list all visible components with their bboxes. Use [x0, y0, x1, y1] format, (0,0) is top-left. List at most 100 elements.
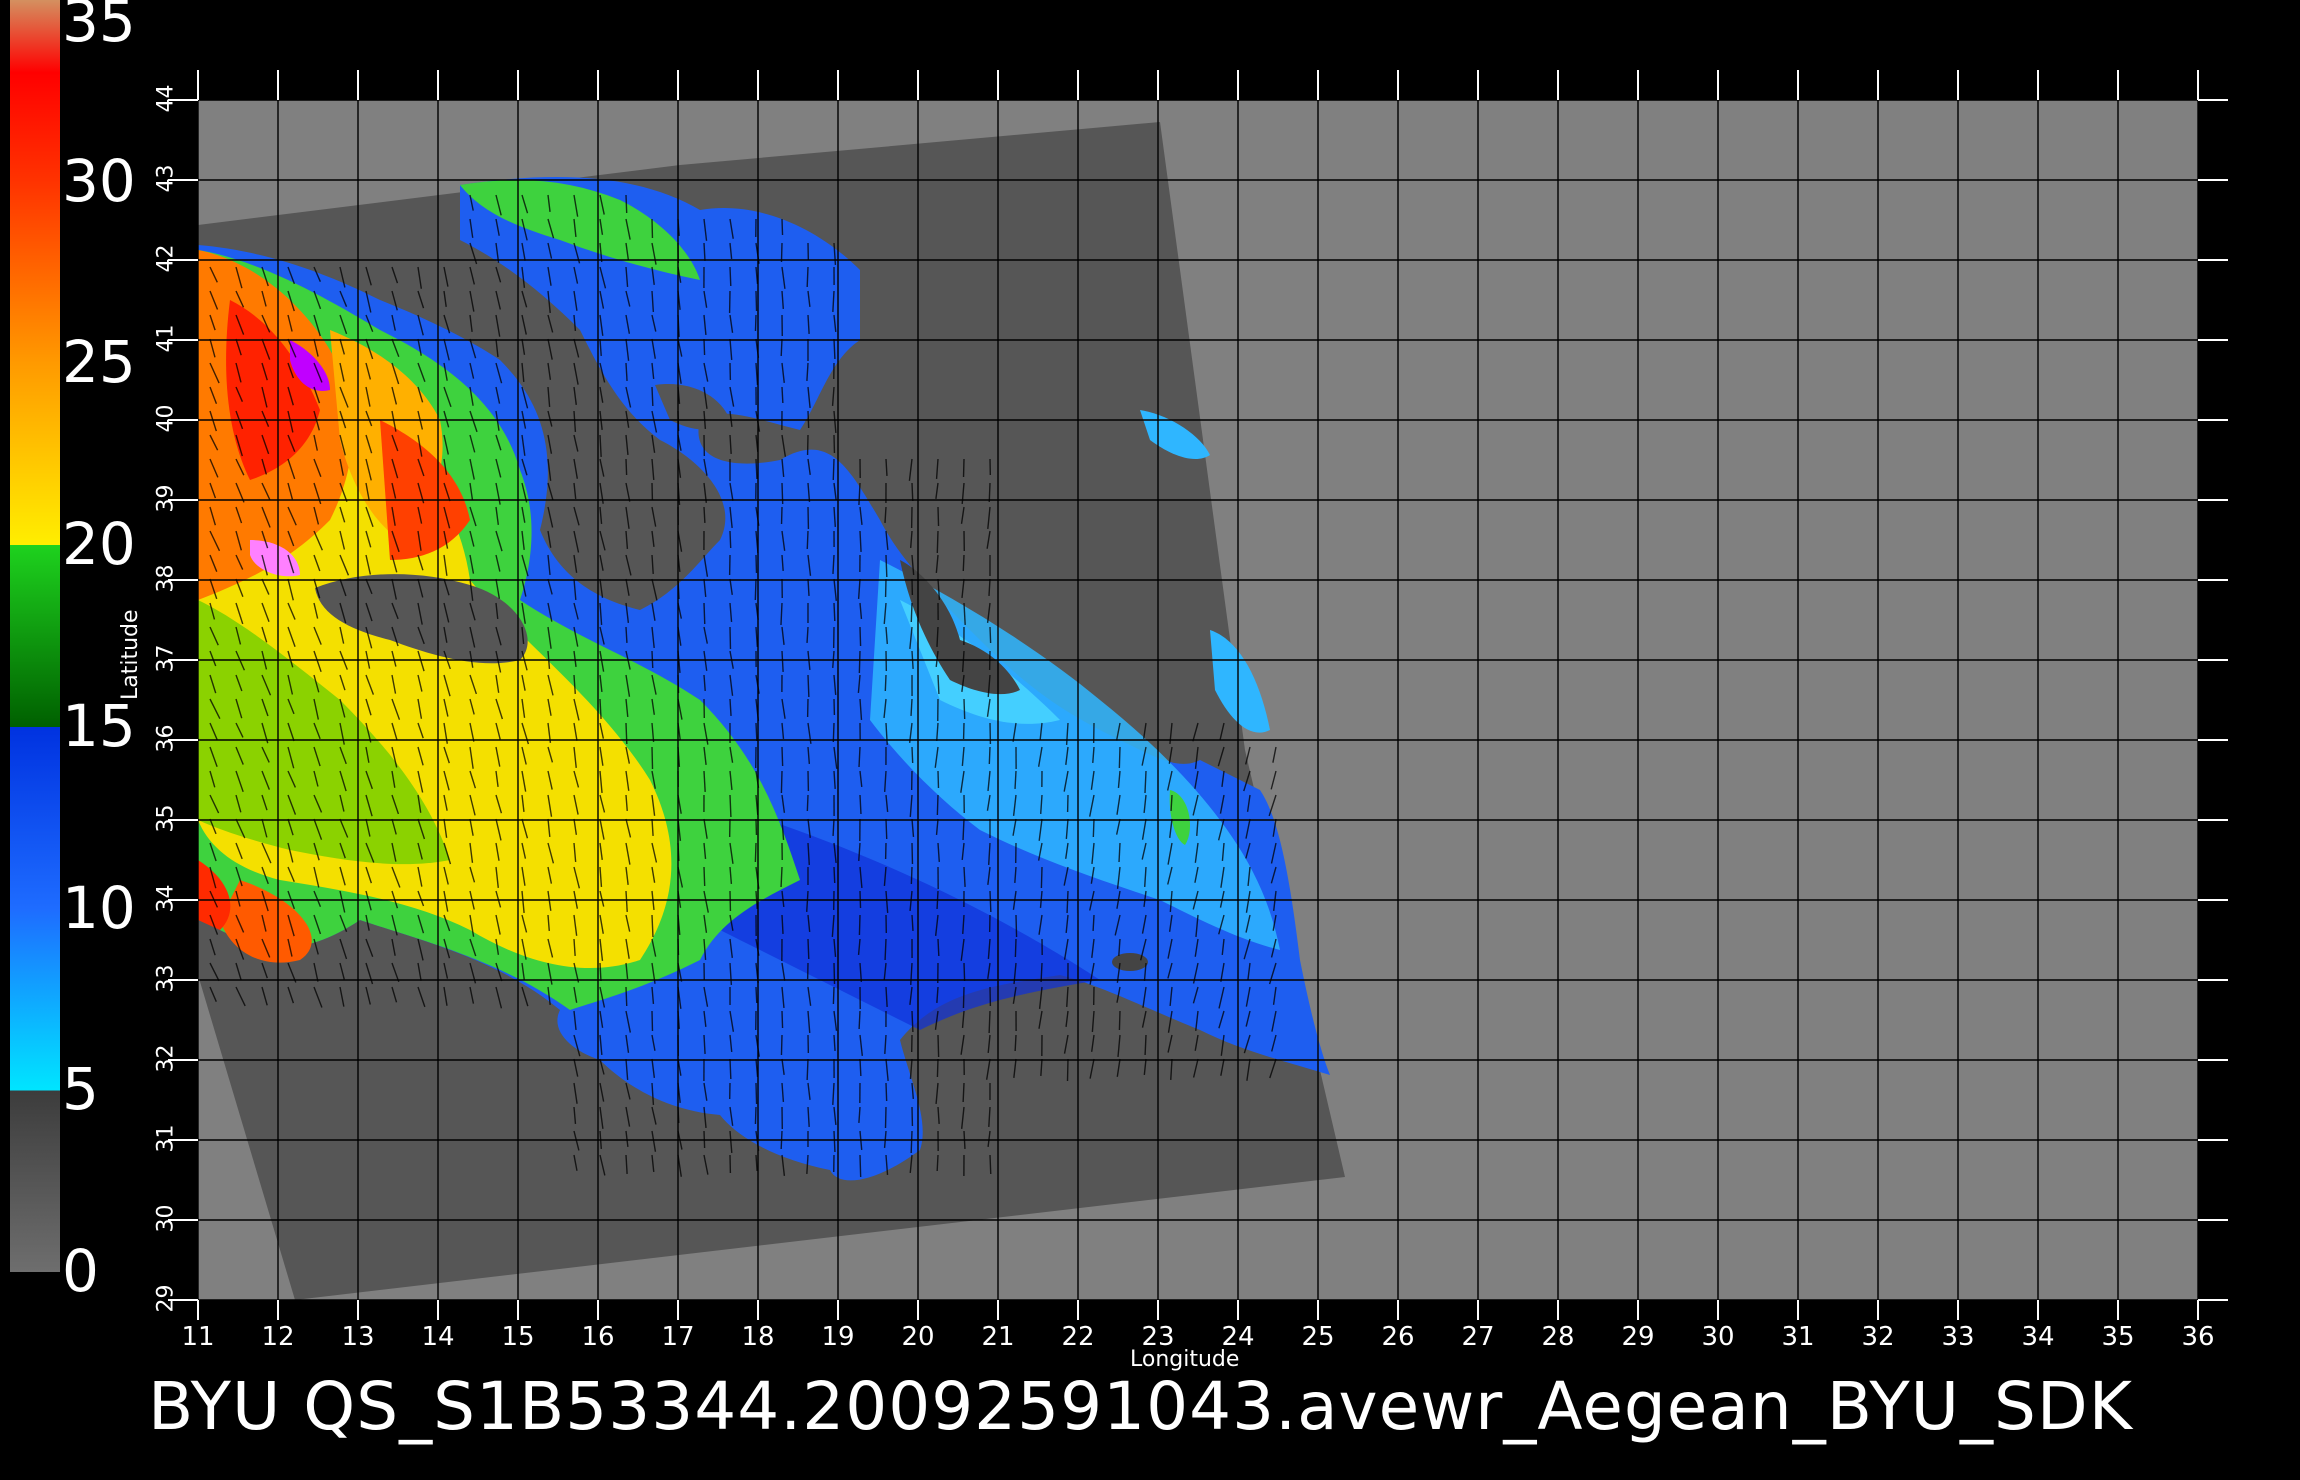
wind-vector [729, 266, 732, 287]
wind-vector [833, 602, 836, 622]
wind-vector [781, 482, 784, 505]
wind-vector [1144, 1034, 1147, 1056]
wind-vector [910, 698, 913, 717]
wind-vector [1092, 914, 1095, 932]
wind-vector [989, 1154, 992, 1175]
wind-vector [651, 386, 654, 407]
wind-vector [1066, 890, 1069, 914]
wind-vector [859, 794, 862, 815]
wind-vector [911, 746, 914, 764]
wind-vector [703, 506, 706, 524]
wind-vector [806, 530, 809, 550]
wind-vector [859, 626, 862, 647]
wind-vector [988, 482, 991, 503]
wind-vector [885, 818, 888, 840]
wind-vector [806, 266, 809, 288]
wind-vector [599, 962, 602, 982]
colorbar-label: 35 [62, 0, 136, 55]
wind-vector [910, 1130, 913, 1154]
wind-vector [755, 458, 758, 480]
colorbar-label: 10 [62, 873, 136, 942]
wind-vector [858, 1010, 861, 1030]
wind-vector [1118, 1010, 1121, 1031]
wind-vector [884, 674, 887, 692]
wind-vector [755, 290, 758, 312]
wind-vector [780, 770, 783, 794]
wind-vector [1014, 770, 1017, 790]
wind-vector [962, 1082, 965, 1103]
wind-vector [833, 338, 836, 360]
wind-vector [781, 386, 784, 404]
wind-vector [988, 1010, 991, 1034]
wind-vector [833, 1130, 836, 1153]
colorbar-label: 15 [62, 691, 136, 760]
wind-vector [651, 914, 654, 938]
wind-vector [729, 794, 732, 818]
colorbar [10, 0, 60, 1272]
wind-vector [911, 1010, 914, 1033]
wind-vector [858, 650, 861, 674]
wind-vector [806, 1058, 809, 1081]
wind-vector [833, 866, 836, 884]
wind-vector [858, 914, 861, 936]
wind-vector [755, 722, 758, 742]
wind-vector [884, 938, 887, 961]
product-caption: BYU QS_S1B53344.20092591043.avewr_Aegean… [148, 1368, 2133, 1445]
wind-vector [755, 986, 758, 1004]
colorbar-label: 30 [62, 146, 136, 215]
wind-speed-map [10, 0, 2228, 1320]
wind-vector [703, 602, 706, 625]
wind-vector [625, 458, 628, 476]
colorbar-label: 5 [62, 1055, 99, 1124]
wind-vector [651, 746, 654, 770]
wind-vector [910, 602, 913, 623]
wind-vector [989, 890, 992, 913]
wind-vector [885, 554, 888, 578]
wind-vector [625, 194, 628, 214]
wind-vector [832, 818, 835, 837]
wind-vector [937, 938, 940, 957]
wind-vector [963, 962, 966, 982]
wind-vector [859, 1058, 862, 1077]
wind-vector [962, 986, 965, 1009]
wind-vector [885, 458, 888, 477]
wind-vector [1014, 938, 1017, 958]
wind-vector [807, 674, 810, 698]
colorbar-label: 20 [62, 510, 136, 579]
wind-vector [625, 986, 628, 1007]
wind-vector [780, 1034, 783, 1056]
wind-vector [625, 722, 628, 745]
wind-vector [832, 722, 835, 743]
wind-vector [780, 866, 783, 888]
wind-vector [754, 578, 757, 601]
wind-vector [625, 626, 628, 644]
wind-vector [988, 746, 991, 765]
wind-vector [937, 1034, 940, 1058]
wind-vector [832, 986, 835, 1005]
wind-vector [1040, 866, 1043, 889]
wind-vector [936, 1058, 939, 1078]
wind-vector [989, 626, 992, 644]
wind-vector [937, 506, 940, 527]
wind-vector [859, 1154, 862, 1178]
wind-vector [729, 530, 732, 549]
wind-vector [781, 746, 784, 767]
wind-vector [1144, 770, 1147, 794]
wind-vector [780, 242, 783, 263]
wind-vector [911, 482, 914, 502]
wind-vector [729, 1058, 732, 1080]
wind-vector [1040, 962, 1043, 983]
wind-vector [937, 674, 940, 695]
wind-vector [1014, 1034, 1017, 1052]
wind-vector [936, 530, 939, 554]
wind-vector [703, 338, 706, 356]
wind-vector [936, 1154, 939, 1172]
colorbar-label: 0 [62, 1237, 99, 1305]
wind-vector [780, 338, 783, 357]
wind-vector [962, 554, 965, 572]
wind-vector [858, 746, 861, 768]
wind-vector [781, 218, 784, 236]
wind-vector [754, 1106, 757, 1125]
wind-vector [833, 962, 836, 985]
wind-vector [806, 794, 809, 812]
